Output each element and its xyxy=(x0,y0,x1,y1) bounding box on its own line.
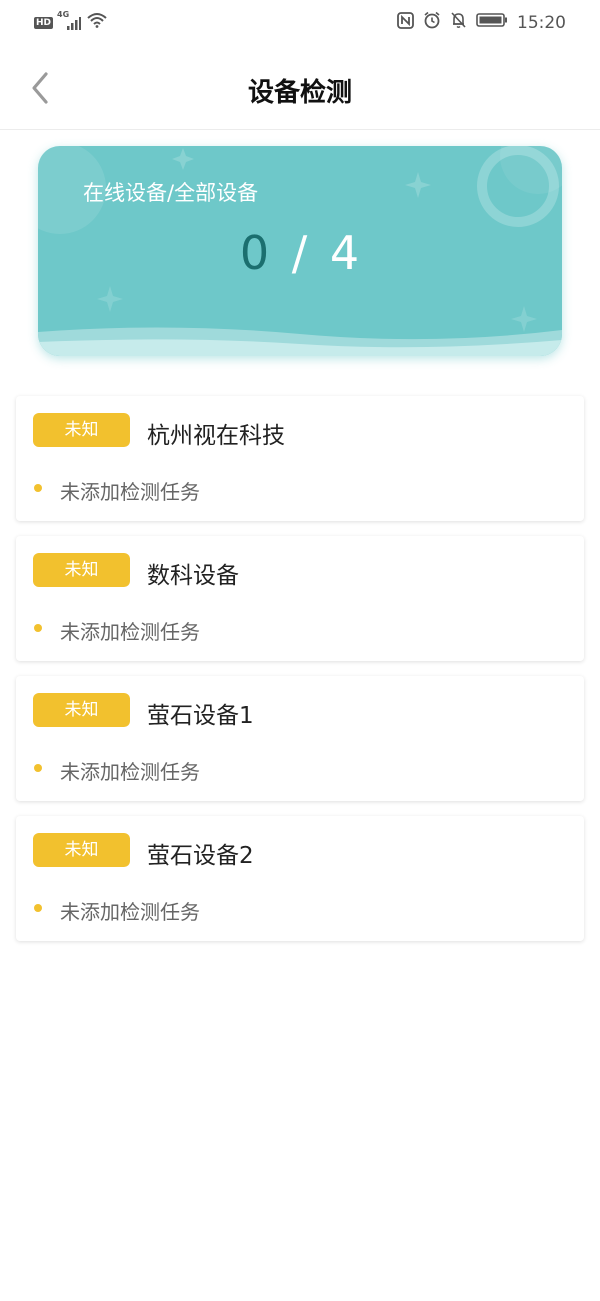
status-bar-left: HD 4G xyxy=(34,10,107,33)
task-status-text: 未添加检测任务 xyxy=(60,620,200,644)
wifi-icon xyxy=(87,12,107,33)
device-summary-card: 在线设备/全部设备 0 / 4 xyxy=(38,146,562,356)
status-badge: 未知 xyxy=(33,693,130,727)
device-name: 数科设备 xyxy=(147,563,239,589)
alarm-icon xyxy=(423,11,441,34)
device-name: 杭州视在科技 xyxy=(147,423,285,449)
device-card[interactable]: 未知 杭州视在科技 未添加检测任务 xyxy=(16,396,584,521)
battery-icon xyxy=(476,12,508,33)
online-count: 0 xyxy=(239,226,271,280)
status-badge: 未知 xyxy=(33,833,130,867)
device-card[interactable]: 未知 萤石设备2 未添加检测任务 xyxy=(16,816,584,941)
bullet-dot-icon xyxy=(34,624,42,632)
device-card[interactable]: 未知 萤石设备1 未添加检测任务 xyxy=(16,676,584,801)
page-title: 设备检测 xyxy=(247,78,352,108)
task-status-text: 未添加检测任务 xyxy=(60,480,200,504)
summary-count: 0 / 4 xyxy=(38,226,562,280)
device-list: 未知 杭州视在科技 未添加检测任务 未知 数科设备 未添加检测任务 未知 萤石设… xyxy=(16,396,584,956)
status-bar: HD 4G 15:20 xyxy=(0,0,600,44)
nav-bar: 设备检测 xyxy=(0,44,600,130)
signal-icon: 4G xyxy=(57,10,82,31)
status-badge: 未知 xyxy=(33,413,130,447)
total-count: 4 xyxy=(329,226,361,280)
task-status-text: 未添加检测任务 xyxy=(60,900,200,924)
device-card[interactable]: 未知 数科设备 未添加检测任务 xyxy=(16,536,584,661)
status-badge: 未知 xyxy=(33,553,130,587)
hd-badge: HD xyxy=(34,16,54,29)
nfc-icon xyxy=(397,11,414,34)
clock-time: 15:20 xyxy=(517,12,566,33)
task-status-text: 未添加检测任务 xyxy=(60,760,200,784)
device-name: 萤石设备1 xyxy=(147,703,254,729)
device-name: 萤石设备2 xyxy=(147,843,254,869)
network-type-label: 4G xyxy=(57,9,70,19)
bullet-dot-icon xyxy=(34,764,42,772)
summary-label: 在线设备/全部设备 xyxy=(83,181,259,205)
status-bar-right: 15:20 xyxy=(397,11,566,34)
count-separator: / xyxy=(291,226,309,280)
bullet-dot-icon xyxy=(34,484,42,492)
bullet-dot-icon xyxy=(34,904,42,912)
mute-bell-icon xyxy=(450,11,467,34)
